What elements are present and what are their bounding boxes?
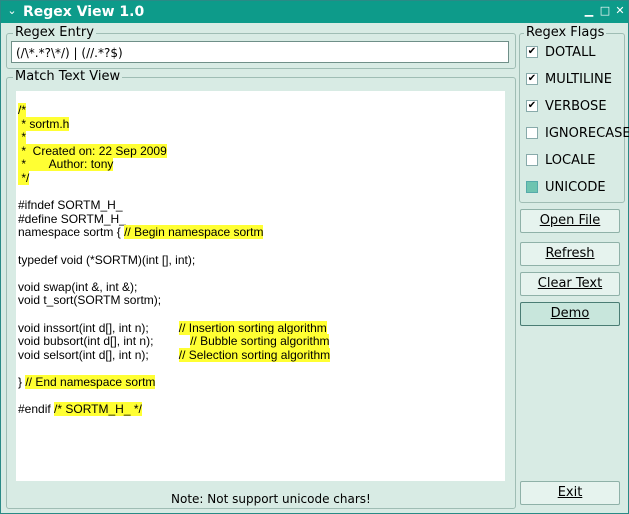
match-text-area[interactable]: /* * sortm.h * * Created on: 22 Sep 2009… <box>16 91 505 481</box>
match-text-segment: void inssort(int d[], int n); <box>18 320 179 335</box>
unicode-label: UNICODE <box>545 180 606 195</box>
regex-match-highlight: * Author: tony <box>18 157 114 172</box>
match-text-segment: void bubsort(int d[], int n); <box>18 334 191 349</box>
app-window: ⌄ Regex View 1.0 ▁ □ ✕ Regex Entry (/\*.… <box>0 0 629 514</box>
match-text-line: typedef void (*SORTM)(int [], int); <box>18 252 330 268</box>
match-text-line: */ <box>18 170 330 186</box>
regex-match-highlight: // Insertion sorting algorithm <box>178 320 327 335</box>
unicode-checkbox[interactable] <box>526 181 538 193</box>
regex-match-highlight: */ <box>18 170 30 185</box>
match-text-segment: typedef void (*SORTM)(int [], int); <box>18 252 196 267</box>
match-text-segment: void t_sort(SORTM sortm); <box>18 293 162 308</box>
regex-entry-label: Regex Entry <box>13 25 96 40</box>
ignorecase-checkbox[interactable] <box>526 127 538 139</box>
regex-match-highlight: * <box>18 130 27 145</box>
ignorecase-label: IGNORECASE <box>545 126 629 141</box>
window-menu-icon[interactable]: ⌄ <box>5 4 19 18</box>
regex-flags-label: Regex Flags <box>524 25 607 40</box>
match-text-segment: void selsort(int d[], int n); <box>18 347 179 362</box>
match-text-view-label: Match Text View <box>13 69 123 84</box>
match-text-line: } // End namespace sortm <box>18 374 330 390</box>
window-title: Regex View 1.0 <box>23 4 145 20</box>
match-text-line <box>18 186 330 200</box>
maximize-icon[interactable]: □ <box>599 5 611 17</box>
match-text-line: void bubsort(int d[], int n); // Bubble … <box>18 334 330 349</box>
match-text-line: void inssort(int d[], int n); // Inserti… <box>18 320 330 336</box>
match-text-line <box>18 308 330 322</box>
regex-input[interactable]: (/\*.*?\*/) | (//.*?$) <box>11 41 509 63</box>
title-bar: ⌄ Regex View 1.0 ▁ □ ✕ <box>1 1 628 23</box>
match-text-line <box>18 389 330 403</box>
regex-match-highlight: // Selection sorting algorithm <box>178 347 331 362</box>
match-text-line: void selsort(int d[], int n); // Selecti… <box>18 347 331 363</box>
match-text-segment: namespace sortm { <box>18 225 125 240</box>
regex-match-highlight: /* <box>18 103 27 117</box>
open-file-button[interactable]: Open File <box>520 209 620 233</box>
match-text-line: * Created on: 22 Sep 2009 <box>18 143 330 159</box>
match-text-line: #endif /* SORTM_H_ */ <box>18 402 330 417</box>
locale-label: LOCALE <box>545 153 596 168</box>
multiline-checkbox[interactable]: ✔ <box>526 73 538 85</box>
regex-match-highlight: * sortm.h <box>18 116 70 131</box>
verbose-checkbox[interactable]: ✔ <box>526 100 538 112</box>
match-text-line <box>18 362 330 376</box>
match-text-line: void swap(int &, int &); <box>18 279 330 295</box>
clear-text-button[interactable]: Clear Text <box>520 272 620 296</box>
match-text-segment: #define SORTM_H_ <box>18 211 126 226</box>
verbose-label: VERBOSE <box>545 99 607 114</box>
match-text-line: /* <box>18 103 330 118</box>
match-text-line: * Author: tony <box>18 157 330 172</box>
match-text-line <box>18 267 330 281</box>
match-text-line <box>18 240 330 254</box>
match-text-line: * sortm.h <box>18 116 330 132</box>
match-text-segment: #endif <box>18 402 55 417</box>
unicode-note: Note: Not support unicode chars! <box>171 492 371 506</box>
regex-match-highlight: // End namespace sortm <box>25 374 156 389</box>
close-icon[interactable]: ✕ <box>614 5 626 17</box>
match-text-line: void t_sort(SORTM sortm); <box>18 294 330 308</box>
exit-button[interactable]: Exit <box>520 481 620 505</box>
match-text-segment: #ifndef SORTM_H_ <box>18 198 123 213</box>
multiline-label: MULTILINE <box>545 72 612 87</box>
dotall-label: DOTALL <box>545 45 596 60</box>
refresh-button[interactable]: Refresh <box>520 242 620 266</box>
minimize-icon[interactable]: ▁ <box>583 5 595 17</box>
match-text-line: #ifndef SORTM_H_ <box>18 198 330 213</box>
regex-match-highlight: * Created on: 22 Sep 2009 <box>18 143 167 158</box>
match-text-line: namespace sortm { // Begin namespace sor… <box>18 225 330 240</box>
match-text-segment: void swap(int &, int &); <box>18 279 138 294</box>
demo-button[interactable]: Demo <box>520 302 620 326</box>
locale-checkbox[interactable] <box>526 154 538 166</box>
regex-match-highlight: // Bubble sorting algorithm <box>190 334 330 349</box>
match-text-line: #define SORTM_H_ <box>18 211 330 227</box>
dotall-checkbox[interactable]: ✔ <box>526 46 538 58</box>
match-text-content: /* * sortm.h * * Created on: 22 Sep 2009… <box>18 103 331 417</box>
regex-match-highlight: /* SORTM_H_ */ <box>54 402 142 417</box>
match-text-line: * <box>18 130 330 145</box>
regex-match-highlight: // Begin namespace sortm <box>124 225 264 240</box>
